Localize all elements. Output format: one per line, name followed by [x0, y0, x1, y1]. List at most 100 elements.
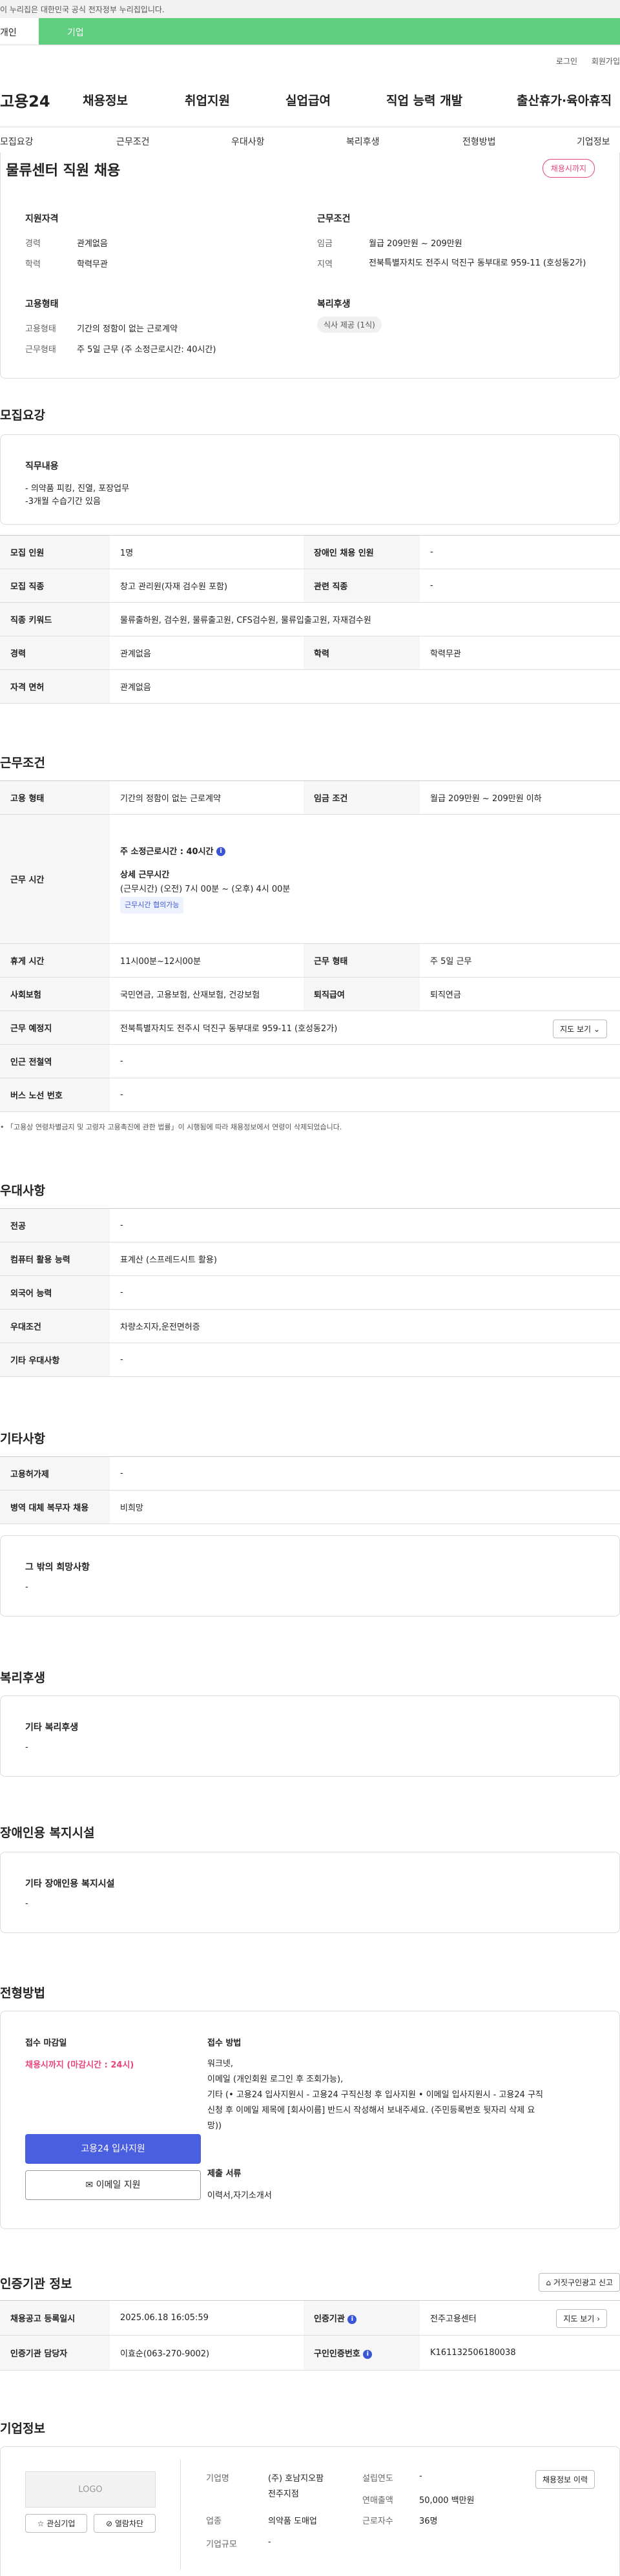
anchor-company[interactable]: 기업정보 — [577, 135, 610, 148]
deadline-title: 접수 마감일 — [25, 2038, 67, 2048]
table-cell: 학력무관 — [420, 636, 620, 670]
anchor-recruit[interactable]: 모집요강 — [0, 135, 34, 148]
email-apply-button[interactable]: ✉ 이메일 지원 — [25, 2170, 201, 2200]
select-section-title: 전형방법 — [0, 1986, 45, 2000]
pref-section-title: 우대사항 — [0, 1184, 45, 1198]
hope-card: 그 밖의 희망사항 - — [0, 1535, 620, 1617]
table-header: 구인인증번호 i — [304, 2335, 420, 2371]
table-cell: 창고 관리원(자재 검수원 포함) — [110, 569, 304, 603]
method-line: 워크넷, — [207, 2059, 234, 2069]
table-cell: K161132506180038 — [420, 2335, 620, 2371]
agency-map-button[interactable]: 지도 보기 › — [556, 2309, 607, 2328]
info-icon[interactable]: i — [363, 2349, 373, 2359]
disabled-sub: 기타 장애인용 복지시설 — [25, 1879, 115, 1889]
table-cell: 주 5일 근무 — [420, 943, 620, 978]
table-row: 인근 전철역 - — [0, 1044, 620, 1078]
anchor-preferences[interactable]: 우대사항 — [231, 135, 265, 148]
table-header: 직종 키워드 — [0, 602, 110, 636]
table-header: 채용공고 등록일시 — [0, 2300, 110, 2336]
table-header: 근무 예정지 — [0, 1011, 110, 1045]
nav-parental-leave[interactable]: 출산휴가·육아휴직 — [517, 91, 612, 109]
anchor-selection[interactable]: 전형방법 — [462, 135, 496, 148]
table-header: 근무 형태 — [304, 943, 420, 978]
table-row: 우대조건 차량소지자,운전면허증 — [0, 1309, 620, 1343]
table-cell: - — [110, 1275, 620, 1310]
hours-main: 주 소정근로시간 : 40시간 i — [120, 845, 610, 859]
nav-unemployment-benefit[interactable]: 실업급여 — [285, 91, 331, 109]
table-cell: 월급 209만원 ~ 209만원 이하 — [420, 780, 620, 815]
favorite-company-button[interactable]: ☆ 관심기업 — [25, 2514, 87, 2533]
job-title: 물류센터 직원 채용 — [6, 163, 121, 179]
table-row: 고용허가제 - — [0, 1456, 620, 1491]
user-type-tabs: 개인 기업 — [0, 18, 620, 45]
block-view-button[interactable]: ⊘ 열람차단 — [94, 2514, 156, 2533]
recruit-table: 모집 인원 1명 장애인 채용 인원 - 모집 직종 창고 관리원(자재 검수원… — [0, 535, 620, 704]
table-header: 휴게 시간 — [0, 943, 110, 978]
table-header: 퇴직급여 — [304, 977, 420, 1011]
table-header: 인증기관 i — [304, 2300, 420, 2336]
biz-label: 업종 — [206, 2517, 222, 2526]
chevron-right-icon: › — [597, 2314, 600, 2323]
wage-value: 월급 209만원 ~ 209만원 — [369, 239, 462, 249]
name-label: 기업명 — [206, 2474, 229, 2484]
login-link[interactable]: 로그인 — [556, 57, 577, 66]
table-cell: 전주고용센터 지도 보기 › — [420, 2300, 620, 2336]
table-header: 기타 우대사항 — [0, 1343, 110, 1377]
nav-employment-support[interactable]: 취업지원 — [185, 91, 230, 109]
edu-label: 학력 — [25, 260, 41, 269]
docs-title: 제출 서류 — [207, 2169, 242, 2179]
method-line: 이메일 (개인회원 로그인 후 조회가능), — [207, 2075, 344, 2084]
table-row: 고용 형태 기간의 정함이 없는 근로계약 임금 조건 월급 209만원 ~ 2… — [0, 780, 620, 815]
hope-title: 그 밖의 희망사항 — [25, 1562, 90, 1573]
table-row: 외국어 능력 - — [0, 1275, 620, 1310]
job-history-button[interactable]: 채용정보 이력 — [535, 2470, 595, 2489]
anchor-welfare[interactable]: 복리후생 — [346, 135, 380, 148]
table-cell: 차량소지자,운전면허증 — [110, 1309, 620, 1343]
nav-job-training[interactable]: 직업 능력 개발 — [386, 91, 462, 109]
table-cell: 표계산 (스프레드시트 활용) — [110, 1242, 620, 1276]
anchor-conditions[interactable]: 근무조건 — [116, 135, 150, 148]
table-row: 채용공고 등록일시 2025.06.18 16:05:59 인증기관 i 전주고… — [0, 2300, 620, 2336]
cond-title: 근무조건 — [317, 214, 351, 224]
table-header: 전공 — [0, 1208, 110, 1242]
table-cell: 2025.06.18 16:05:59 — [110, 2300, 304, 2336]
nav-jobs[interactable]: 채용정보 — [83, 91, 128, 109]
company-name: (주) 호남지오팜 전주지점 — [268, 2474, 324, 2499]
pref-table: 전공 - 컴퓨터 활용 능력 표계산 (스프레드시트 활용) 외국어 능력 - 우대조… — [0, 1208, 620, 1377]
place-cell: 전북특별자치도 전주시 덕진구 동부대로 959-11 (호성동2가) 지도 보… — [110, 1011, 620, 1045]
table-row: 인증기관 담당자 이효순(063-270-9002) 구인인증번호 i K161… — [0, 2335, 620, 2371]
table-header: 자격 면허 — [0, 669, 110, 704]
emp-count-label: 근로자수 — [362, 2517, 393, 2526]
welfare-chip: 식사 제공 (1식) — [317, 317, 382, 333]
method-line: 신청 후 이메일 제목에 [회사이름] 반드시 작성해서 보내주세요. (주민등… — [207, 2106, 535, 2115]
table-cell: 이효순(063-270-9002) — [110, 2335, 304, 2371]
signup-link[interactable]: 회원가입 — [592, 57, 620, 66]
emp-label: 고용형태 — [25, 324, 56, 334]
table-row: 모집 직종 창고 관리원(자재 검수원 포함) 관련 직종 - — [0, 569, 620, 603]
report-fake-ad-button[interactable]: ⌂ 거짓구인광고 신고 — [539, 2273, 620, 2292]
sales-label: 연매출액 — [362, 2496, 393, 2506]
tab-personal[interactable]: 개인 — [0, 18, 39, 45]
table-header: 임금 조건 — [304, 780, 420, 815]
table-header: 모집 직종 — [0, 569, 110, 603]
map-button[interactable]: 지도 보기 ⌄ — [553, 1020, 607, 1038]
table-cell: - — [420, 569, 620, 603]
tab-company[interactable]: 기업 — [39, 18, 620, 45]
method-title: 접수 방법 — [207, 2038, 242, 2048]
table-cell: 물류출하원, 검수원, 물류출고원, CFS검수원, 물류입출고원, 자재검수원 — [110, 602, 620, 636]
hours-detail-title: 상세 근무시간 — [120, 870, 170, 880]
apply-button[interactable]: 고용24 입사지원 — [25, 2134, 201, 2164]
info-icon[interactable]: i — [347, 2314, 357, 2324]
table-cell: 1명 — [110, 535, 304, 569]
region-label: 지역 — [317, 260, 333, 269]
table-cell: - — [110, 1208, 620, 1242]
table-header: 컴퓨터 활용 능력 — [0, 1242, 110, 1276]
table-cell: 기간의 정함이 없는 근로계약 — [110, 780, 304, 815]
util-links: 로그인 회원가입 — [544, 56, 620, 67]
table-header: 경력 — [0, 636, 110, 670]
info-icon[interactable]: i — [216, 847, 226, 856]
site-logo[interactable]: 고용24 — [0, 89, 50, 111]
table-header: 우대조건 — [0, 1309, 110, 1343]
year-label: 설립연도 — [362, 2474, 393, 2484]
job-summary-card: 물류센터 직원 채용 채용시까지 지원자격 경력 관계없음 학력 학력무관 근무… — [0, 152, 620, 379]
